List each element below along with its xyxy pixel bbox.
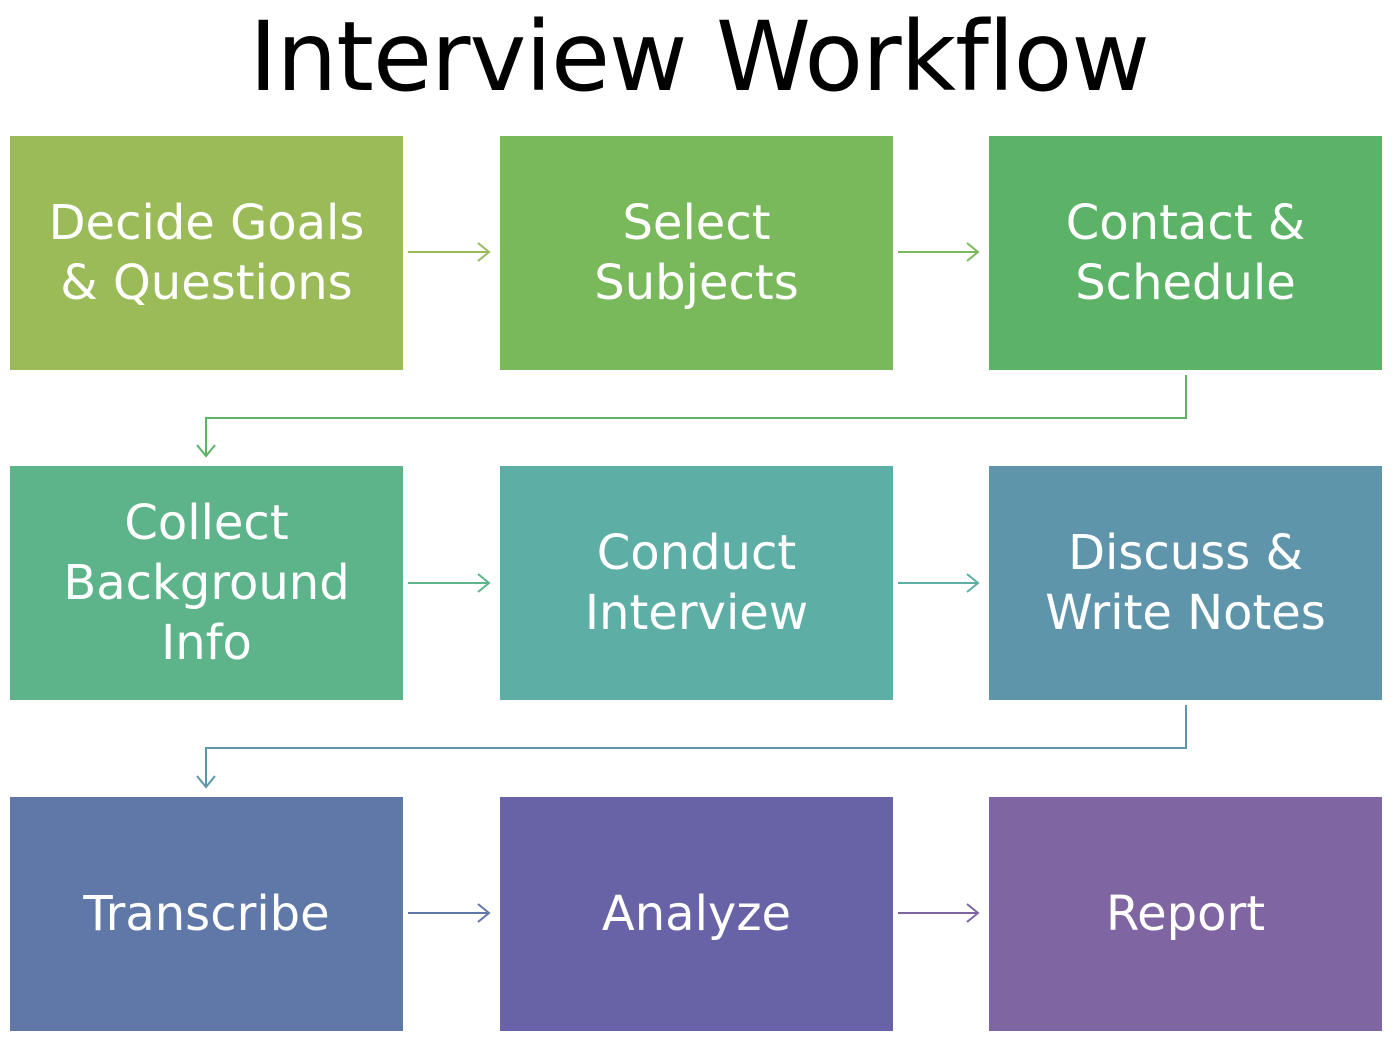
connector-arrow	[898, 903, 980, 923]
step-select-subjects: Select Subjects	[500, 136, 893, 370]
step-label: Collect Background Info	[63, 495, 350, 671]
step-label: Transcribe	[83, 886, 330, 942]
connector-arrow	[196, 375, 1187, 458]
step-label: Decide Goals & Questions	[48, 195, 365, 311]
step-label: Conduct Interview	[584, 525, 809, 641]
step-label: Contact & Schedule	[1065, 195, 1306, 311]
step-collect-background: Collect Background Info	[10, 466, 403, 700]
step-label: Analyze	[601, 886, 792, 942]
connector-arrow	[408, 903, 491, 923]
step-label: Select Subjects	[594, 195, 799, 311]
step-decide-goals: Decide Goals & Questions	[10, 136, 403, 370]
step-label: Report	[1105, 886, 1266, 942]
step-analyze: Analyze	[500, 797, 893, 1031]
connector-arrow	[196, 705, 1187, 789]
step-discuss-notes: Discuss & Write Notes	[989, 466, 1382, 700]
step-conduct-interview: Conduct Interview	[500, 466, 893, 700]
connector-arrow	[898, 242, 980, 262]
connector-arrow	[898, 573, 980, 593]
step-contact-schedule: Contact & Schedule	[989, 136, 1382, 370]
connector-arrow	[408, 573, 491, 593]
step-label: Discuss & Write Notes	[1045, 525, 1326, 641]
step-report: Report	[989, 797, 1382, 1031]
step-transcribe: Transcribe	[10, 797, 403, 1031]
connector-arrow	[408, 242, 491, 262]
